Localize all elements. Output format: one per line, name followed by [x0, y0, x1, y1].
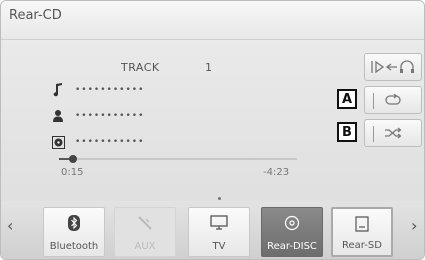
music-note-icon: [51, 83, 65, 97]
remaining-time: -4:23: [263, 167, 290, 178]
source-label: Bluetooth: [49, 241, 99, 252]
screen-title: Rear-CD: [9, 8, 62, 23]
shuffle-icon: [385, 127, 402, 139]
scroll-left-arrow-icon[interactable]: ‹: [7, 216, 13, 235]
source-bluetooth-button[interactable]: Bluetooth: [43, 207, 105, 257]
random-button[interactable]: [364, 119, 422, 147]
source-label: TV: [212, 241, 226, 252]
repeat-button[interactable]: [364, 86, 422, 114]
song-title-row: •••••••••••: [51, 83, 144, 97]
source-tv-button[interactable]: TV: [188, 207, 250, 257]
album-name: •••••••••••: [75, 137, 145, 147]
disc-icon: [262, 215, 322, 231]
rear-cd-screen: Rear-CD TRACK 1 ••••••••••• ••••••••••• …: [0, 0, 425, 260]
person-icon: [51, 109, 65, 123]
header-bar: Rear-CD: [1, 1, 424, 40]
callout-a: A: [337, 89, 357, 109]
scroll-right-arrow-icon[interactable]: ›: [411, 216, 417, 235]
elapsed-time: 0:15: [61, 167, 84, 178]
source-label: AUX: [134, 241, 156, 252]
repeat-icon: [385, 94, 401, 105]
tv-icon: [189, 215, 249, 231]
play-to-headphones-icon: [371, 60, 414, 74]
aux-cable-icon: [115, 215, 175, 231]
source-rear-sd-button[interactable]: Rear-SD: [331, 207, 393, 257]
sd-card-icon: [333, 216, 391, 232]
switch-audio-output-button[interactable]: [364, 53, 422, 81]
song-title: •••••••••••: [75, 85, 145, 95]
track-label: TRACK: [121, 61, 160, 74]
artist-row: •••••••••••: [51, 109, 144, 123]
progress-bar[interactable]: [59, 155, 297, 163]
source-rear-disc-button[interactable]: Rear-DISC: [261, 207, 323, 257]
source-aux-button[interactable]: AUX: [114, 207, 176, 257]
bluetooth-icon: [44, 215, 104, 231]
album-row: •••••••••••: [51, 135, 144, 149]
artist-name: •••••••••••: [75, 111, 145, 121]
page-indicator-dot: [218, 197, 221, 200]
track-number: 1: [205, 61, 212, 74]
album-disc-icon: [51, 135, 65, 149]
callout-b: B: [337, 122, 357, 142]
source-label: Rear-SD: [342, 240, 382, 251]
source-label: Rear-DISC: [267, 241, 317, 252]
progress-knob[interactable]: [69, 155, 78, 163]
